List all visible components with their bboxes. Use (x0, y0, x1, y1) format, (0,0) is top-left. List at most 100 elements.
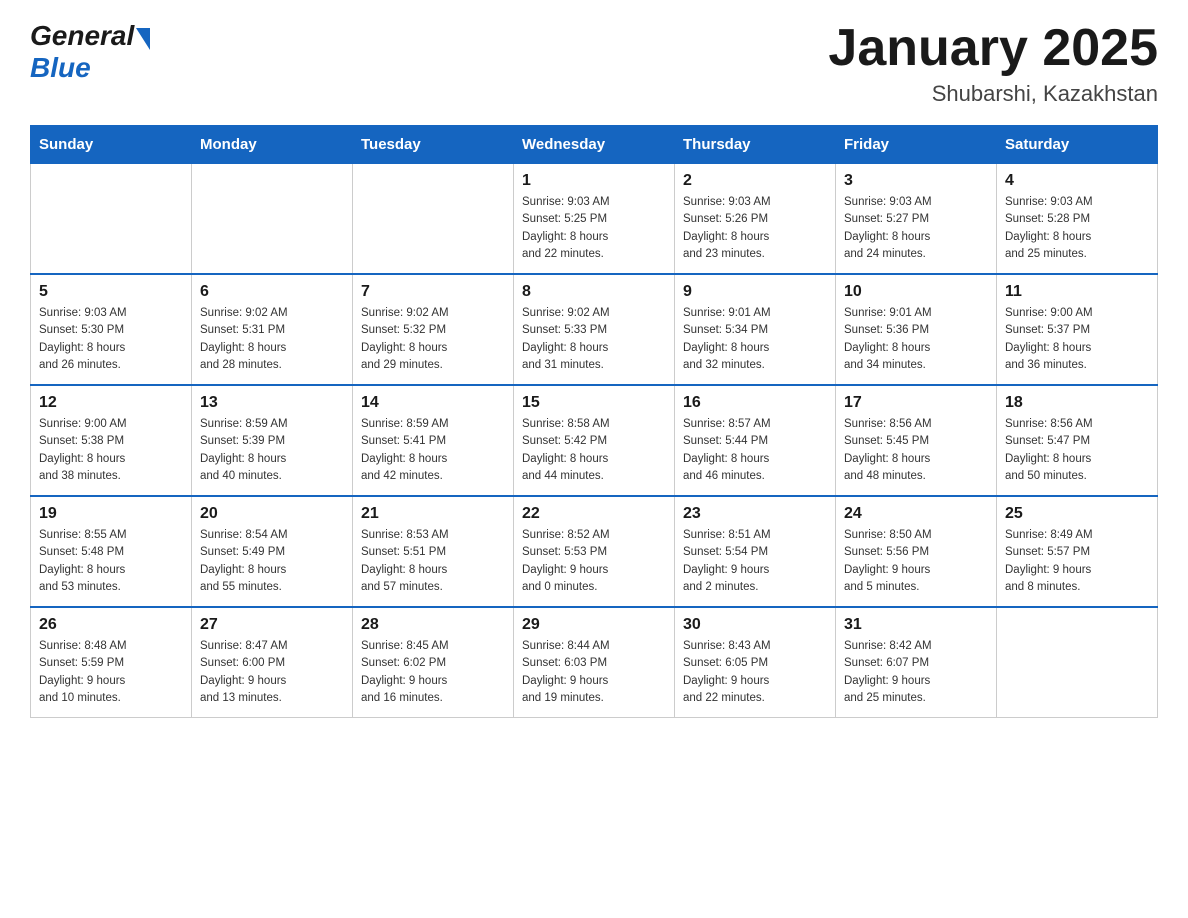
calendar-cell-w3-d1: 12Sunrise: 9:00 AM Sunset: 5:38 PM Dayli… (31, 385, 192, 496)
day-info: Sunrise: 9:03 AM Sunset: 5:25 PM Dayligh… (522, 194, 666, 263)
day-info: Sunrise: 8:50 AM Sunset: 5:56 PM Dayligh… (844, 527, 988, 596)
calendar-cell-w2-d1: 5Sunrise: 9:03 AM Sunset: 5:30 PM Daylig… (31, 274, 192, 385)
day-number: 20 (200, 505, 344, 523)
calendar-cell-w4-d4: 22 Sunrise: 8:52 AM Sunset: 5:53 PM Dayli… (514, 496, 675, 607)
day-number: 27 (200, 616, 344, 634)
logo-blue-text: Blue (30, 52, 91, 84)
calendar-week-2: 5Sunrise: 9:03 AM Sunset: 5:30 PM Daylig… (31, 274, 1158, 385)
day-info: Sunrise: 9:01 AM Sunset: 5:34 PM Dayligh… (683, 305, 827, 374)
col-saturday: Saturday (997, 126, 1158, 164)
day-number: 9 (683, 283, 827, 301)
calendar-cell-w1-d3 (353, 164, 514, 275)
day-info: Sunrise: 8:49 AM Sunset: 5:57 PM Dayligh… (1005, 527, 1149, 596)
calendar-cell-w4-d5: 23 Sunrise: 8:51 AM Sunset: 5:54 PM Dayli… (675, 496, 836, 607)
logo-triangle-icon (136, 28, 150, 50)
calendar-cell-w5-d6: 31 Sunrise: 8:42 AM Sunset: 6:07 PM Dayli… (836, 607, 997, 718)
calendar-cell-w4-d2: 20 Sunrise: 8:54 AM Sunset: 5:49 PM Dayli… (192, 496, 353, 607)
calendar-cell-w2-d3: 7 Sunrise: 9:02 AM Sunset: 5:32 PM Daylig… (353, 274, 514, 385)
col-wednesday: Wednesday (514, 126, 675, 164)
location-subtitle: Shubarshi, Kazakhstan (828, 81, 1158, 107)
day-number: 21 (361, 505, 505, 523)
day-info: Sunrise: 8:42 AM Sunset: 6:07 PM Dayligh… (844, 638, 988, 707)
day-number: 8 (522, 283, 666, 301)
month-year-title: January 2025 (828, 20, 1158, 77)
calendar-cell-w3-d3: 14 Sunrise: 8:59 AM Sunset: 5:41 PM Dayli… (353, 385, 514, 496)
day-info: Sunrise: 8:56 AM Sunset: 5:45 PM Dayligh… (844, 416, 988, 485)
day-info: Sunrise: 8:54 AM Sunset: 5:49 PM Dayligh… (200, 527, 344, 596)
page-header: General Blue January 2025 Shubarshi, Kaz… (30, 20, 1158, 107)
day-info: Sunrise: 8:51 AM Sunset: 5:54 PM Dayligh… (683, 527, 827, 596)
calendar-cell-w5-d3: 28Sunrise: 8:45 AM Sunset: 6:02 PM Dayli… (353, 607, 514, 718)
calendar-cell-w5-d7 (997, 607, 1158, 718)
day-number: 16 (683, 394, 827, 412)
day-info: Sunrise: 8:58 AM Sunset: 5:42 PM Dayligh… (522, 416, 666, 485)
day-info: Sunrise: 8:43 AM Sunset: 6:05 PM Dayligh… (683, 638, 827, 707)
day-number: 2 (683, 172, 827, 190)
calendar-cell-w4-d6: 24 Sunrise: 8:50 AM Sunset: 5:56 PM Dayli… (836, 496, 997, 607)
day-info: Sunrise: 9:03 AM Sunset: 5:30 PM Dayligh… (39, 305, 183, 374)
day-number: 13 (200, 394, 344, 412)
calendar-cell-w3-d4: 15 Sunrise: 8:58 AM Sunset: 5:42 PM Dayli… (514, 385, 675, 496)
day-number: 18 (1005, 394, 1149, 412)
col-tuesday: Tuesday (353, 126, 514, 164)
day-number: 14 (361, 394, 505, 412)
calendar-cell-w1-d6: 3 Sunrise: 9:03 AM Sunset: 5:27 PM Daylig… (836, 164, 997, 275)
calendar-cell-w3-d7: 18 Sunrise: 8:56 AM Sunset: 5:47 PM Dayli… (997, 385, 1158, 496)
day-info: Sunrise: 9:01 AM Sunset: 5:36 PM Dayligh… (844, 305, 988, 374)
calendar-cell-w4-d1: 19Sunrise: 8:55 AM Sunset: 5:48 PM Dayli… (31, 496, 192, 607)
logo-general-text: General (30, 20, 134, 52)
calendar-cell-w2-d4: 8 Sunrise: 9:02 AM Sunset: 5:33 PM Daylig… (514, 274, 675, 385)
day-number: 6 (200, 283, 344, 301)
day-info: Sunrise: 8:57 AM Sunset: 5:44 PM Dayligh… (683, 416, 827, 485)
calendar-cell-w5-d4: 29 Sunrise: 8:44 AM Sunset: 6:03 PM Dayli… (514, 607, 675, 718)
col-monday: Monday (192, 126, 353, 164)
calendar-cell-w1-d4: 1 Sunrise: 9:03 AM Sunset: 5:25 PM Daylig… (514, 164, 675, 275)
calendar-cell-w5-d2: 27 Sunrise: 8:47 AM Sunset: 6:00 PM Dayli… (192, 607, 353, 718)
title-block: January 2025 Shubarshi, Kazakhstan (828, 20, 1158, 107)
calendar-cell-w1-d1 (31, 164, 192, 275)
day-info: Sunrise: 8:59 AM Sunset: 5:41 PM Dayligh… (361, 416, 505, 485)
calendar-cell-w3-d6: 17Sunrise: 8:56 AM Sunset: 5:45 PM Dayli… (836, 385, 997, 496)
day-number: 29 (522, 616, 666, 634)
day-info: Sunrise: 8:53 AM Sunset: 5:51 PM Dayligh… (361, 527, 505, 596)
day-info: Sunrise: 9:00 AM Sunset: 5:37 PM Dayligh… (1005, 305, 1149, 374)
day-info: Sunrise: 9:02 AM Sunset: 5:32 PM Dayligh… (361, 305, 505, 374)
calendar-table: Sunday Monday Tuesday Wednesday Thursday… (30, 125, 1158, 718)
day-info: Sunrise: 8:47 AM Sunset: 6:00 PM Dayligh… (200, 638, 344, 707)
day-info: Sunrise: 8:44 AM Sunset: 6:03 PM Dayligh… (522, 638, 666, 707)
day-number: 31 (844, 616, 988, 634)
day-number: 22 (522, 505, 666, 523)
day-info: Sunrise: 9:03 AM Sunset: 5:27 PM Dayligh… (844, 194, 988, 263)
calendar-cell-w2-d5: 9 Sunrise: 9:01 AM Sunset: 5:34 PM Daylig… (675, 274, 836, 385)
day-number: 15 (522, 394, 666, 412)
day-info: Sunrise: 8:56 AM Sunset: 5:47 PM Dayligh… (1005, 416, 1149, 485)
day-number: 24 (844, 505, 988, 523)
calendar-cell-w3-d5: 16 Sunrise: 8:57 AM Sunset: 5:44 PM Dayli… (675, 385, 836, 496)
calendar-week-4: 19Sunrise: 8:55 AM Sunset: 5:48 PM Dayli… (31, 496, 1158, 607)
calendar-cell-w4-d3: 21 Sunrise: 8:53 AM Sunset: 5:51 PM Dayli… (353, 496, 514, 607)
day-number: 26 (39, 616, 183, 634)
calendar-week-3: 12Sunrise: 9:00 AM Sunset: 5:38 PM Dayli… (31, 385, 1158, 496)
col-thursday: Thursday (675, 126, 836, 164)
day-info: Sunrise: 9:02 AM Sunset: 5:33 PM Dayligh… (522, 305, 666, 374)
logo: General Blue (30, 20, 150, 84)
day-info: Sunrise: 9:03 AM Sunset: 5:26 PM Dayligh… (683, 194, 827, 263)
day-info: Sunrise: 9:02 AM Sunset: 5:31 PM Dayligh… (200, 305, 344, 374)
calendar-cell-w2-d2: 6 Sunrise: 9:02 AM Sunset: 5:31 PM Daylig… (192, 274, 353, 385)
day-number: 25 (1005, 505, 1149, 523)
calendar-cell-w1-d2 (192, 164, 353, 275)
day-number: 4 (1005, 172, 1149, 190)
day-number: 30 (683, 616, 827, 634)
day-number: 23 (683, 505, 827, 523)
calendar-cell-w2-d7: 11 Sunrise: 9:00 AM Sunset: 5:37 PM Dayli… (997, 274, 1158, 385)
day-number: 3 (844, 172, 988, 190)
day-info: Sunrise: 8:52 AM Sunset: 5:53 PM Dayligh… (522, 527, 666, 596)
calendar-cell-w4-d7: 25 Sunrise: 8:49 AM Sunset: 5:57 PM Dayli… (997, 496, 1158, 607)
day-number: 1 (522, 172, 666, 190)
calendar-week-1: 1 Sunrise: 9:03 AM Sunset: 5:25 PM Daylig… (31, 164, 1158, 275)
day-number: 28 (361, 616, 505, 634)
calendar-week-5: 26Sunrise: 8:48 AM Sunset: 5:59 PM Dayli… (31, 607, 1158, 718)
col-friday: Friday (836, 126, 997, 164)
day-number: 11 (1005, 283, 1149, 301)
day-number: 7 (361, 283, 505, 301)
